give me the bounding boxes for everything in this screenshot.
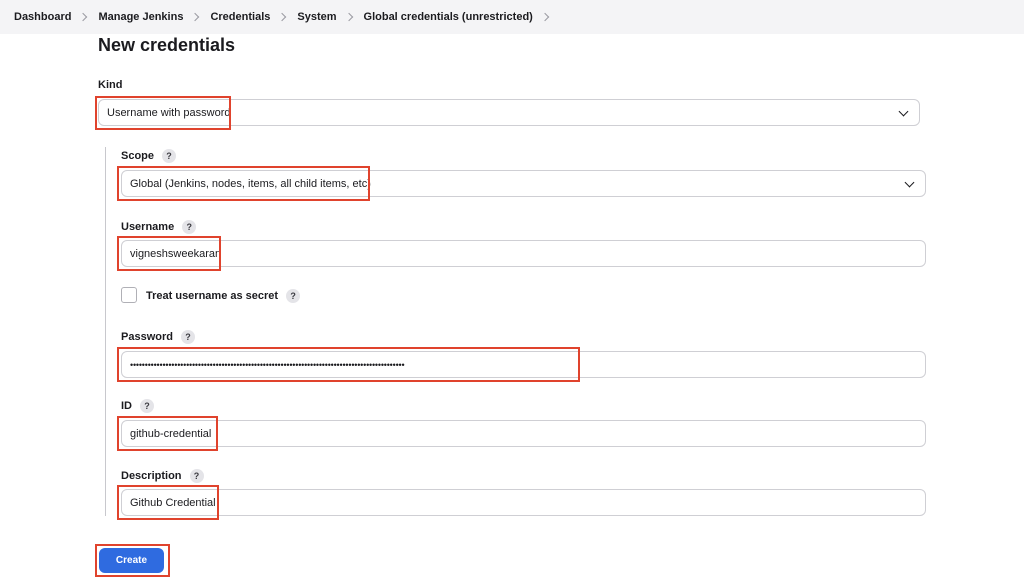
description-label-text: Description bbox=[121, 470, 182, 482]
id-label: ID ? bbox=[121, 399, 154, 413]
help-icon[interactable]: ? bbox=[162, 149, 177, 163]
help-icon[interactable]: ? bbox=[286, 289, 301, 303]
password-highlight bbox=[117, 347, 580, 382]
username-highlight bbox=[117, 236, 221, 271]
kind-label: Kind bbox=[98, 79, 122, 91]
description-label: Description ? bbox=[121, 469, 204, 483]
password-label-text: Password bbox=[121, 331, 173, 343]
help-icon[interactable]: ? bbox=[182, 220, 197, 234]
scope-label: Scope ? bbox=[121, 149, 177, 163]
kind-highlight bbox=[95, 96, 231, 130]
id-highlight bbox=[117, 416, 218, 451]
username-label: Username ? bbox=[121, 220, 197, 234]
page-title: New credentials bbox=[98, 35, 236, 55]
id-label-text: ID bbox=[121, 400, 132, 412]
password-label: Password ? bbox=[121, 330, 195, 344]
scope-label-text: Scope bbox=[121, 150, 155, 162]
kind-label-text: Kind bbox=[98, 79, 123, 91]
breadcrumb-global-credentials[interactable]: Global credentials (unrestricted) bbox=[364, 11, 533, 23]
section-divider bbox=[105, 147, 106, 516]
treat-secret-checkbox[interactable] bbox=[121, 287, 137, 303]
help-icon[interactable]: ? bbox=[189, 469, 204, 483]
treat-secret-label-text: Treat username as secret bbox=[146, 290, 279, 302]
description-highlight bbox=[117, 485, 219, 520]
scope-highlight bbox=[117, 166, 370, 201]
description-input[interactable]: Github Credential bbox=[121, 489, 926, 516]
treat-secret-label: Treat username as secret ? bbox=[146, 289, 301, 303]
id-input[interactable]: github-credential bbox=[121, 420, 926, 447]
chevron-right-icon bbox=[344, 12, 353, 22]
username-label-text: Username bbox=[121, 221, 175, 233]
username-input[interactable]: vigneshsweekaran bbox=[121, 240, 926, 267]
help-icon[interactable]: ? bbox=[140, 399, 154, 413]
breadcrumb-manage-jenkins[interactable]: Manage Jenkins bbox=[98, 11, 183, 23]
breadcrumb-dashboard[interactable]: Dashboard bbox=[14, 11, 71, 23]
breadcrumb-system[interactable]: System bbox=[297, 11, 336, 23]
chevron-right-icon[interactable] bbox=[540, 12, 550, 22]
chevron-right-icon bbox=[79, 12, 88, 22]
breadcrumb: Dashboard Manage Jenkins Credentials Sys… bbox=[0, 0, 1024, 34]
breadcrumb-credentials[interactable]: Credentials bbox=[210, 11, 270, 23]
chevron-right-icon bbox=[191, 12, 200, 22]
chevron-right-icon bbox=[278, 12, 287, 22]
create-highlight bbox=[95, 544, 170, 577]
chevron-down-icon bbox=[898, 106, 909, 117]
help-icon[interactable]: ? bbox=[180, 330, 195, 344]
chevron-down-icon bbox=[904, 177, 915, 188]
